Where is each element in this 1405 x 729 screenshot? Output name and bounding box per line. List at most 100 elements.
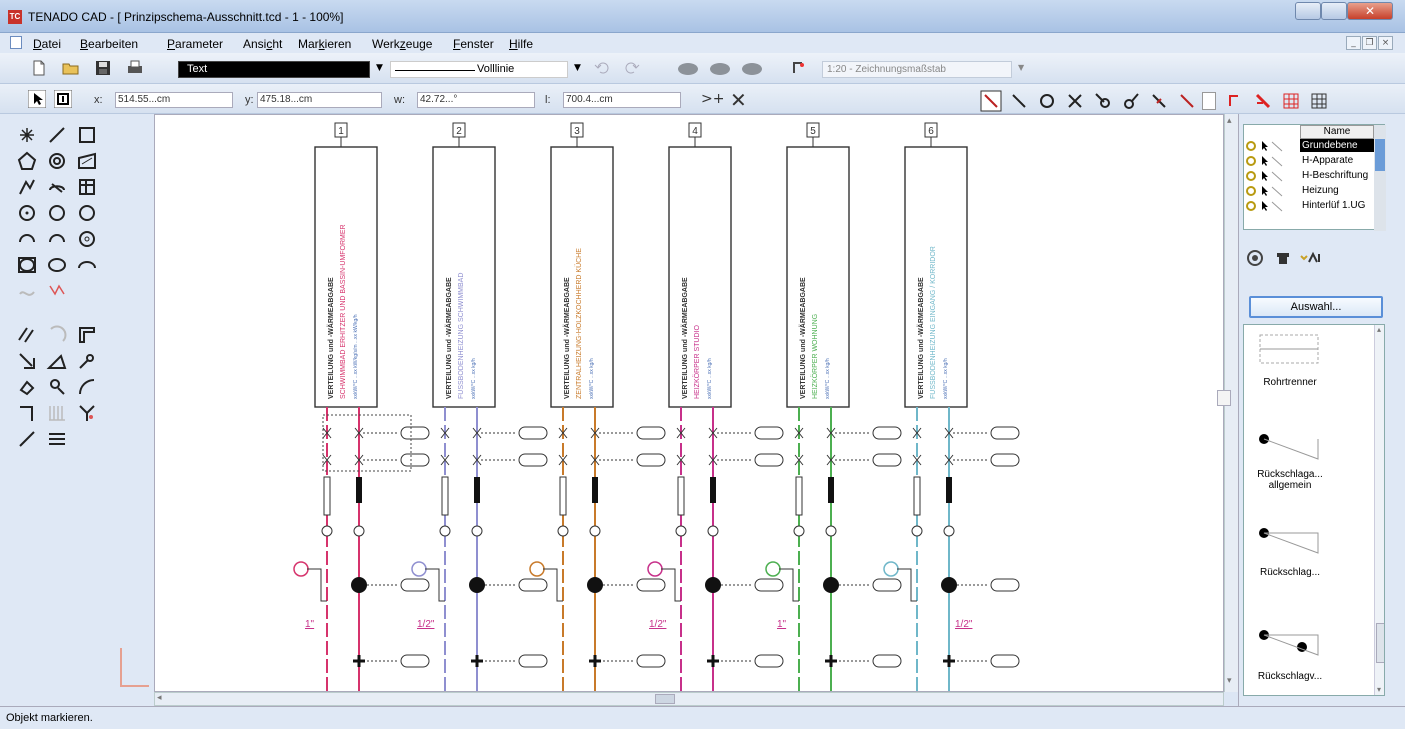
drawing-canvas[interactable]: 1 VERTEILUNG und -WÄRMEABGABE SCHWIMMBAD E… — [154, 114, 1224, 692]
title-bar[interactable]: TC TENADO CAD - [ Prinzipschema-Ausschni… — [0, 0, 1405, 33]
layer-list[interactable]: Name Grundebene H-Apparate H-Beschriftung H… — [1243, 124, 1386, 231]
ellipse-arc-tool-icon[interactable] — [76, 254, 98, 276]
panel-splitter-handle[interactable] — [1217, 390, 1231, 406]
intersection-snap-icon[interactable] — [1064, 90, 1086, 112]
app-icon[interactable]: TC — [8, 10, 22, 24]
layer-row[interactable]: Heizung — [1244, 184, 1386, 198]
symbol-item[interactable]: Rückschlagv... — [1244, 621, 1374, 695]
apply-arrow-icon[interactable]: >+ — [701, 91, 724, 107]
line-tool-icon[interactable] — [46, 124, 68, 146]
scale-dropdown-arrow-icon[interactable]: ▼ — [1018, 63, 1024, 72]
snap-toggle-icon[interactable] — [54, 90, 72, 108]
mirror-tool-icon[interactable] — [46, 376, 68, 398]
mdi-restore-button[interactable]: ❐ — [1362, 36, 1377, 50]
layer-list-scrollbar[interactable] — [1374, 125, 1386, 231]
new-file-icon[interactable] — [30, 59, 48, 77]
symbol-item[interactable]: Rückschlaga... allgemein — [1244, 425, 1374, 505]
fillet-tool-icon[interactable] — [46, 324, 68, 346]
symbol-list-scrollbar[interactable]: ▴ ▾ — [1374, 325, 1384, 695]
circle-tool-icon[interactable] — [46, 202, 68, 224]
layer-dropdown-arrow-icon[interactable]: ▼ — [376, 63, 383, 73]
perpendicular-snap-icon[interactable] — [1120, 90, 1142, 112]
print-icon[interactable] — [126, 59, 144, 77]
layer-column-header[interactable]: Name — [1300, 125, 1374, 139]
circle-snap-icon[interactable] — [1036, 90, 1058, 112]
y-coordinate-input[interactable]: 475.18...cm — [257, 92, 382, 108]
layer-row[interactable]: H-Beschriftung — [1244, 169, 1386, 183]
zoom-cloud-3-icon[interactable] — [740, 59, 764, 77]
extend-tool-icon[interactable] — [76, 350, 98, 372]
menu-werkzeuge[interactable]: Werkzeuge — [372, 37, 432, 51]
menu-parameter[interactable]: Parameter — [167, 37, 223, 51]
line-snap-active-icon[interactable] — [980, 90, 1002, 112]
layer-state-icons[interactable] — [1246, 200, 1300, 212]
horizontal-scrollbar[interactable]: ◂ — [154, 692, 1224, 706]
undo-icon[interactable] — [594, 59, 612, 77]
break-tool-icon[interactable] — [76, 402, 98, 424]
menu-hilfe[interactable]: Hilfe — [509, 37, 533, 51]
hatch-tool-icon[interactable] — [76, 150, 98, 172]
grid-red-icon[interactable] — [1280, 90, 1302, 112]
redo-icon[interactable] — [622, 59, 640, 77]
symbol-item[interactable]: Rohrtrenner — [1244, 325, 1374, 410]
scale-combo[interactable]: 1:20 - Zeichnungsmaßstab — [822, 61, 1012, 78]
target-icon[interactable] — [1245, 248, 1265, 268]
array-tool-icon[interactable] — [46, 402, 68, 424]
layer-state-icons[interactable] — [1246, 155, 1300, 167]
symbol-scroll-thumb[interactable] — [1376, 623, 1384, 663]
grid-icon[interactable] — [1308, 90, 1330, 112]
symbol-library-list[interactable]: Rohrtrenner Rückschlaga... allgemein Rüc… — [1243, 324, 1385, 696]
menu-datei[interactable]: Datei — [33, 37, 61, 51]
layer-stack-icon[interactable] — [1273, 248, 1293, 268]
chamfer-tool-icon[interactable] — [76, 376, 98, 398]
multiline-tool-icon[interactable] — [46, 428, 68, 450]
trim-tool-icon[interactable] — [16, 350, 38, 372]
vertical-scrollbar[interactable]: ▴ ▾ — [1217, 114, 1238, 692]
length-input[interactable]: 700.4...cm — [563, 92, 681, 108]
zoom-cloud-2-icon[interactable] — [708, 59, 732, 77]
layer-row[interactable]: Hinterlüf 1.UG — [1244, 199, 1386, 213]
horizontal-scroll-thumb[interactable] — [655, 694, 675, 704]
pointer-tool-icon[interactable] — [28, 90, 46, 108]
spiral-tool-icon[interactable] — [46, 150, 68, 172]
document-icon[interactable] — [10, 36, 22, 49]
snap-count-field[interactable] — [1202, 92, 1216, 110]
midpoint-snap-icon[interactable] — [1148, 90, 1170, 112]
cancel-cross-icon[interactable]: ✕ — [730, 88, 747, 112]
endpoint-snap-icon[interactable] — [1176, 90, 1198, 112]
menu-bearbeiten[interactable]: Bearbeiten — [80, 37, 138, 51]
align-snap-icon[interactable] — [1252, 90, 1274, 112]
symbol-item[interactable]: Rückschlag... — [1244, 521, 1374, 601]
pipette-icon[interactable] — [1224, 90, 1246, 112]
line-style-dropdown-arrow-icon[interactable]: ▼ — [574, 63, 581, 73]
scroll-up-icon[interactable]: ▴ — [1227, 116, 1232, 126]
ellipse-rect-tool-icon[interactable] — [16, 254, 38, 276]
circle-center-tool-icon[interactable] — [16, 202, 38, 224]
layer-scroll-thumb[interactable] — [1375, 139, 1385, 171]
dimension-tool-icon[interactable] — [46, 280, 68, 302]
line-snap-icon[interactable] — [1008, 90, 1030, 112]
close-button[interactable]: ✕ — [1347, 2, 1393, 20]
layer-tools-icon[interactable] — [1299, 248, 1327, 268]
layer-combo[interactable]: Text — [178, 61, 370, 78]
layer-state-icons[interactable] — [1246, 140, 1300, 152]
scroll-down-icon[interactable]: ▾ — [1227, 676, 1232, 686]
layer-state-icons[interactable] — [1246, 185, 1300, 197]
menu-ansicht[interactable]: Ansicht — [243, 37, 282, 51]
x-coordinate-input[interactable]: 514.55...cm — [115, 92, 233, 108]
rectangle-tool-icon[interactable] — [76, 124, 98, 146]
angle-input[interactable]: 42.72...° — [417, 92, 535, 108]
corner-tool-icon[interactable] — [16, 402, 38, 424]
circle-3pt-tool-icon[interactable] — [76, 202, 98, 224]
layer-row[interactable]: Grundebene — [1244, 139, 1386, 153]
scroll-left-icon[interactable]: ◂ — [157, 693, 162, 703]
menu-fenster[interactable]: Fenster — [453, 37, 494, 51]
angle-tool-icon[interactable] — [46, 350, 68, 372]
polygon-tool-icon[interactable] — [16, 150, 38, 172]
ellipse-tool-icon[interactable] — [46, 254, 68, 276]
arc-center-tool-icon[interactable] — [76, 228, 98, 250]
minimize-button[interactable] — [1295, 2, 1321, 20]
menu-markieren[interactable]: Markieren — [298, 37, 351, 51]
diagonal-line-tool-icon[interactable] — [16, 428, 38, 450]
wall-tool-icon[interactable] — [76, 324, 98, 346]
